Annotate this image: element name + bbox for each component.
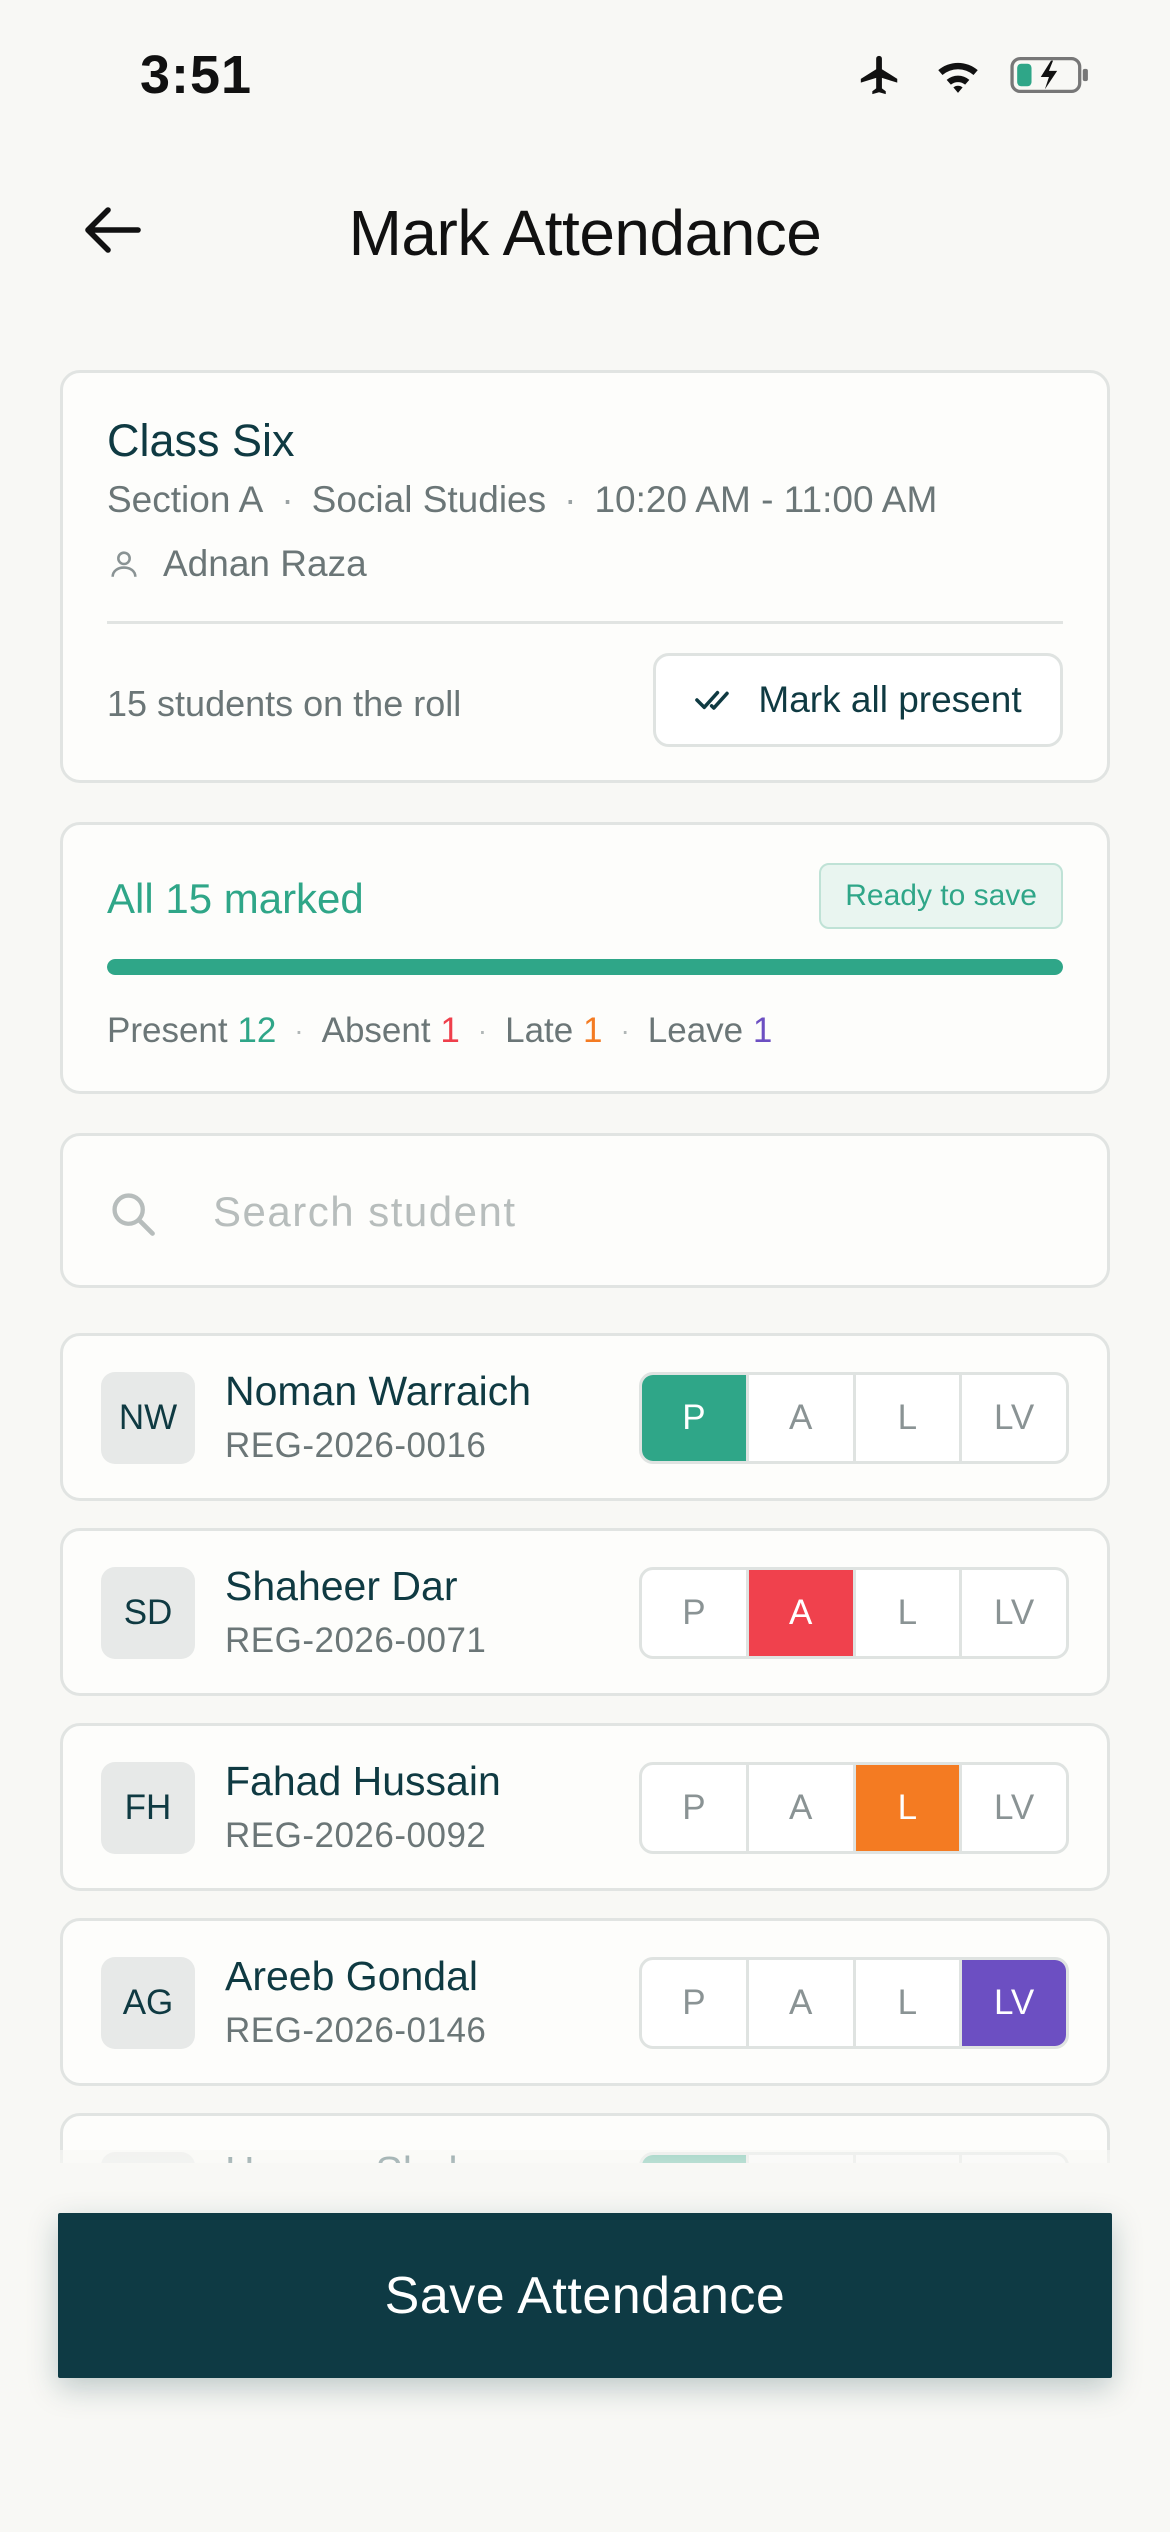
present-count-label: Present 12: [107, 1011, 277, 1050]
status-present-button[interactable]: P: [642, 1570, 749, 1656]
status-present-button[interactable]: P: [642, 1960, 749, 2046]
search-icon: [112, 1193, 155, 1236]
progress-card: All 15 marked Ready to save Present 12 ·…: [60, 822, 1110, 1094]
status-late-button[interactable]: L: [856, 1960, 963, 2046]
avatar: AG: [101, 1957, 195, 2049]
class-meta: Section A · Social Studies · 10:20 AM - …: [107, 479, 937, 521]
student-row: NW Noman Warraich REG-2026-0016 P A L LV: [60, 1333, 1110, 1501]
student-name: Shaheer Dar: [225, 1563, 458, 1609]
battery-charging-icon: [1010, 56, 1088, 94]
leave-count-label: Leave 1: [647, 1011, 773, 1050]
status-counts: Present 12 · Absent 1 · Late 1 · Leave 1: [107, 1011, 772, 1051]
attendance-status-selector: PALLV: [639, 1567, 1069, 1659]
status-present-button[interactable]: P: [642, 1375, 749, 1461]
separator-dot: ·: [620, 1015, 630, 1046]
separator-dot: ·: [564, 479, 577, 520]
status-leave-button[interactable]: LV: [962, 1570, 1066, 1656]
student-reg-number: REG-2026-0092: [225, 1816, 487, 1855]
progress-bar-fill: [107, 959, 1063, 975]
separator-dot: ·: [294, 1015, 304, 1046]
airplane-icon: [860, 55, 898, 95]
class-info-card: Class Six Section A · Social Studies · 1…: [60, 370, 1110, 783]
absent-count: 1: [440, 1011, 460, 1050]
save-attendance-label: Save Attendance: [384, 2266, 786, 2325]
student-list: NW Noman Warraich REG-2026-0016 P A L LV SD Shah…: [0, 1333, 1170, 2163]
attendance-status-selector: PALLV: [639, 1762, 1069, 1854]
status-absent-button[interactable]: A: [749, 1375, 856, 1461]
attendance-status-selector: PALLV: [639, 1957, 1069, 2049]
student-row: AG Areeb Gondal REG-2026-0146 P A L LV: [60, 1918, 1110, 2086]
attendance-screen: 3:51 Mark Attendance Class Six Section A…: [0, 0, 1170, 2532]
status-absent-button[interactable]: A: [749, 1960, 856, 2046]
attendance-status-selector: PALLV: [639, 1372, 1069, 1464]
student-name: Fahad Hussain: [225, 1758, 501, 1804]
student-name: Noman Warraich: [225, 1368, 532, 1414]
leave-count: 1: [752, 1011, 773, 1050]
save-attendance-button[interactable]: Save Attendance: [58, 2213, 1112, 2378]
class-subject: Social Studies: [311, 479, 547, 520]
status-absent-button[interactable]: A: [749, 1765, 856, 1851]
student-row: SD Shaheer Dar REG-2026-0071 P A L LV: [60, 1528, 1110, 1696]
double-check-icon: [695, 690, 730, 710]
present-count: 12: [237, 1011, 277, 1050]
absent-count-label: Absent 1: [321, 1011, 460, 1050]
status-leave-button[interactable]: LV: [962, 1765, 1066, 1851]
roll-count-text: 15 students on the roll: [107, 683, 462, 724]
avatar: FH: [101, 1762, 195, 1854]
late-count: 1: [582, 1011, 603, 1050]
mark-all-present-button[interactable]: Mark all present: [653, 653, 1063, 747]
status-leave-button[interactable]: LV: [962, 1375, 1066, 1461]
marked-summary: All 15 marked: [107, 875, 364, 922]
status-leave-button[interactable]: LV: [962, 1960, 1066, 2046]
status-time: 3:51: [140, 45, 253, 105]
class-title: Class Six: [107, 415, 295, 466]
status-present-button[interactable]: P: [642, 1765, 749, 1851]
teacher-row: Adnan Raza: [107, 543, 367, 585]
status-late-button[interactable]: L: [856, 1570, 963, 1656]
late-count-label: Late 1: [505, 1011, 603, 1050]
avatar: SD: [101, 1567, 195, 1659]
person-icon: [111, 551, 137, 577]
class-time: 10:20 AM - 11:00 AM: [594, 479, 938, 520]
student-reg-number: REG-2026-0146: [225, 2011, 487, 2050]
search-input[interactable]: [213, 1176, 1053, 1248]
student-name: Areeb Gondal: [225, 1953, 479, 1999]
ready-to-save-badge: Ready to save: [819, 863, 1063, 929]
status-bar: 3:51: [0, 0, 1170, 150]
teacher-name: Adnan Raza: [163, 543, 367, 584]
app-header: Mark Attendance: [0, 170, 1170, 290]
separator-dot: ·: [477, 1015, 488, 1046]
progress-bar: [107, 959, 1063, 975]
search-box[interactable]: [60, 1133, 1110, 1288]
avatar: NW: [101, 1372, 195, 1464]
status-icons: [854, 52, 1092, 98]
wifi-icon: [938, 62, 978, 93]
class-section: Section A: [107, 479, 264, 520]
mark-all-present-label: Mark all present: [758, 679, 1022, 720]
status-late-button[interactable]: L: [855, 1765, 963, 1851]
page-title: Mark Attendance: [348, 197, 822, 269]
student-reg-number: REG-2026-0016: [225, 1426, 487, 1465]
status-late-button[interactable]: L: [856, 1375, 963, 1461]
status-absent-button[interactable]: A: [748, 1570, 856, 1656]
separator-dot: ·: [281, 479, 294, 520]
student-row: FH Fahad Hussain REG-2026-0092 P A L LV: [60, 1723, 1110, 1891]
student-reg-number: REG-2026-0071: [225, 1621, 487, 1660]
divider: [107, 621, 1063, 624]
